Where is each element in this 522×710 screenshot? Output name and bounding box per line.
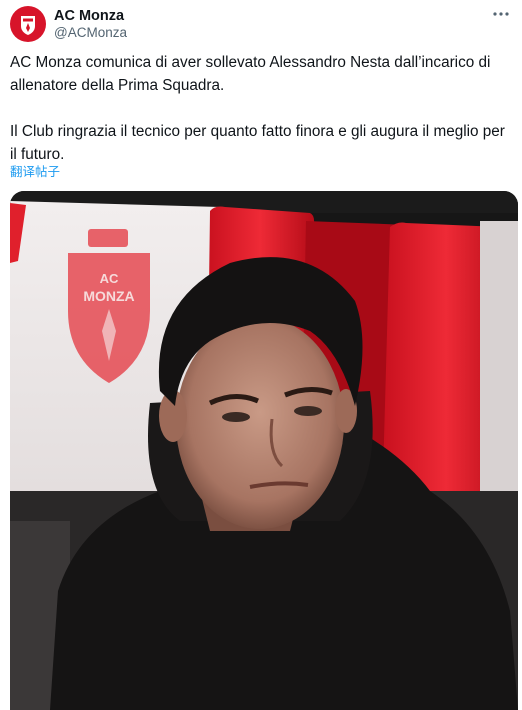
post-image[interactable]: AC MONZA bbox=[10, 191, 518, 710]
more-options-icon[interactable] bbox=[490, 6, 512, 24]
avatar[interactable] bbox=[10, 6, 46, 42]
display-name[interactable]: AC Monza bbox=[54, 8, 124, 24]
post-header: AC Monza @ACMonza bbox=[10, 4, 512, 44]
user-handle[interactable]: @ACMonza bbox=[54, 25, 127, 41]
seat-crest-text-2: MONZA bbox=[83, 288, 134, 304]
seat-crest-text-1: AC bbox=[100, 271, 119, 286]
translate-post-link[interactable]: 翻译帖子 bbox=[10, 165, 60, 180]
post-paragraph-1: AC Monza comunica di aver sollevato Ales… bbox=[10, 54, 491, 94]
post-paragraph-2: Il Club ringrazia il tecnico per quanto … bbox=[10, 123, 505, 163]
monza-crest-icon bbox=[21, 16, 35, 35]
post-text: AC Monza comunica di aver sollevato Ales… bbox=[10, 51, 510, 166]
